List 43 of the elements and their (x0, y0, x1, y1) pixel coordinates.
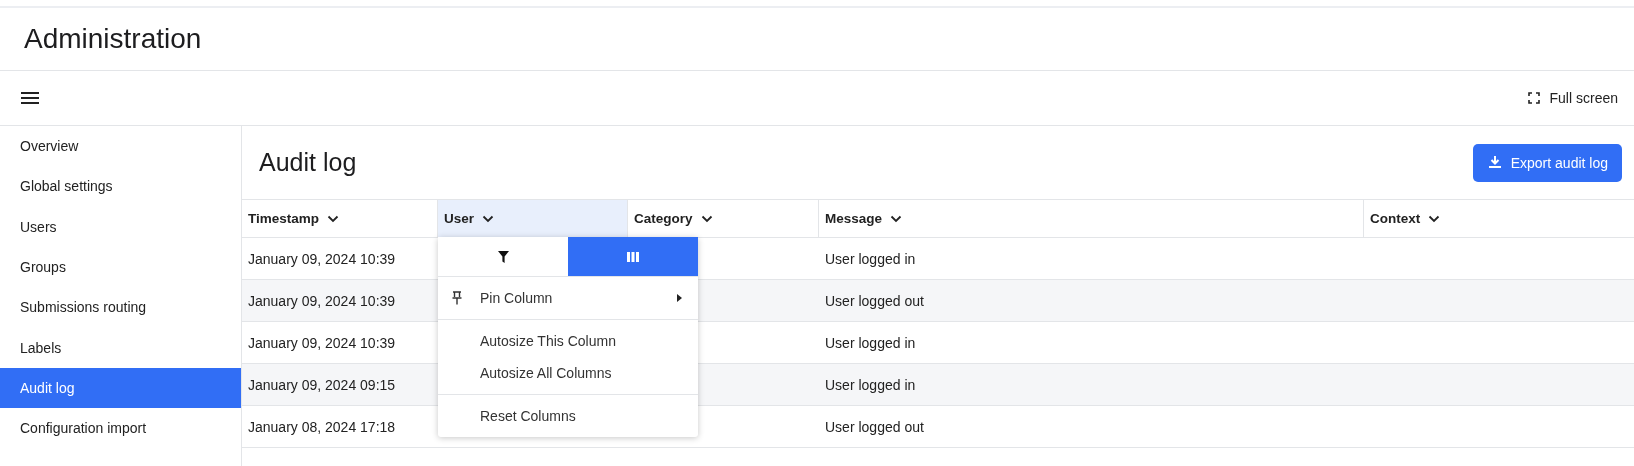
page-title: Administration (24, 23, 202, 55)
table-cell-text: January 09, 2024 10:39 (247, 249, 397, 269)
table-cell-text: User logged in (824, 333, 917, 353)
columns-tab[interactable] (568, 237, 698, 276)
chevron-down-icon (482, 214, 495, 223)
section-title: Audit log (259, 148, 357, 177)
sidebar-item[interactable]: Labels (0, 327, 241, 368)
submenu-arrow-icon (677, 294, 682, 302)
sidebar-item[interactable]: Audit log (0, 367, 241, 409)
menu-item[interactable]: Autosize All Columns (438, 357, 698, 389)
column-header[interactable]: Context (1364, 200, 1634, 237)
chevron-down-icon (1428, 214, 1441, 223)
export-button[interactable]: Export audit log (1472, 143, 1622, 182)
menu-item[interactable]: Reset Columns (438, 400, 698, 432)
table-cell-text: January 09, 2024 10:39 (247, 333, 397, 353)
sidebar-item[interactable]: Users (0, 206, 241, 247)
filter-tab[interactable] (438, 237, 568, 276)
sidebar-item[interactable]: Submissions routing (0, 287, 241, 328)
sidebar-item[interactable]: Overview (0, 126, 241, 167)
menu-icon[interactable] (20, 90, 40, 106)
sidebar-item[interactable]: Configuration import (0, 408, 241, 449)
table-cell-text: User logged out (824, 417, 925, 437)
table-cell-text: January 08, 2024 17:18 (247, 417, 397, 437)
chevron-down-icon (327, 214, 340, 223)
download-icon (1488, 156, 1501, 169)
table-cell-text: January 09, 2024 09:15 (247, 375, 397, 395)
chevron-down-icon (890, 214, 903, 223)
columns-icon (627, 251, 639, 262)
fullscreen-button[interactable]: Full screen (1527, 90, 1618, 106)
table-cell-text: User logged out (824, 291, 925, 311)
column-header[interactable]: Message (819, 200, 1364, 237)
column-header[interactable]: User (438, 200, 628, 237)
sidebar-item[interactable]: Groups (0, 246, 241, 288)
table-cell-text: January 09, 2024 10:39 (247, 291, 397, 311)
filter-icon (497, 250, 509, 263)
menu-item[interactable]: Autosize This Column (438, 325, 698, 357)
fullscreen-icon (1527, 92, 1540, 104)
pin-icon (452, 291, 462, 305)
menu-item[interactable]: Pin Column (438, 282, 698, 314)
sidebar-item[interactable]: Global settings (0, 166, 241, 207)
table-cell-text: User logged in (824, 249, 917, 269)
chevron-down-icon (700, 214, 713, 223)
table-cell-text: User logged in (824, 375, 917, 395)
